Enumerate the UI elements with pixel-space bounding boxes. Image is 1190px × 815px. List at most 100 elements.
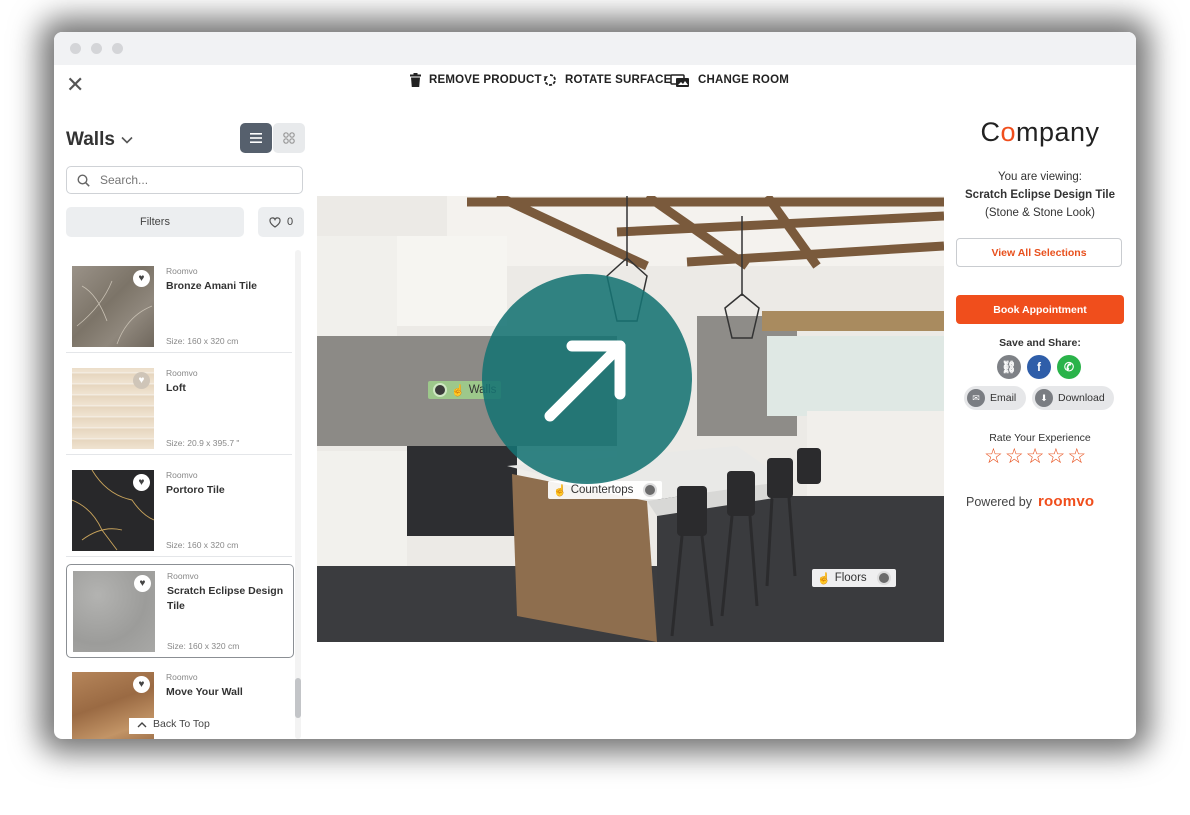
rotate-surface-button[interactable]: ROTATE SURFACE [543,72,672,88]
share-label: Save and Share: [999,337,1081,349]
rate-label: Rate Your Experience [989,432,1091,444]
hand-pointer-icon: ☝ [451,384,465,397]
powered-by-label: Powered by [966,494,1033,509]
countertops-hotspot[interactable]: ☝ Countertops [548,481,663,499]
window-dot-minimize[interactable] [91,43,102,54]
product-list: ♥ Roomvo Bronze Amani Tile Size: 160 x 3… [66,250,294,739]
room-icon [670,73,689,87]
download-button[interactable]: ⬇ Download [1032,386,1114,410]
remove-product-label: REMOVE PRODUCT [429,74,542,86]
floors-hotspot[interactable]: ☝ Floors [812,569,896,587]
company-logo: Company [954,117,1126,148]
book-appointment-button[interactable]: Book Appointment [956,295,1124,324]
product-card-selected[interactable]: ♥ Roomvo Scratch Eclipse Design Tile Siz… [66,564,294,658]
star-icon[interactable]: ☆ [984,444,1003,469]
product-card[interactable]: ♥ Roomvo Loft Size: 20.9 x 395.7 " [66,362,292,455]
scrollbar-thumb[interactable] [295,678,301,718]
grid-view-button[interactable] [273,123,305,153]
company-name: Company [980,117,1100,147]
arrow-up-right-icon [544,340,626,422]
favorites-count: 0 [286,216,294,228]
link-icon[interactable]: ⛓ [997,355,1021,379]
roomvo-logo[interactable]: roomvo [1038,493,1094,510]
star-icon[interactable]: ☆ [1046,444,1065,469]
download-icon: ⬇ [1035,389,1053,407]
selected-product-name: Scratch Eclipse Design Tile [965,189,1115,201]
favorite-heart-icon[interactable]: ♥ [133,474,150,491]
search-input[interactable] [98,172,292,188]
change-room-label: CHANGE ROOM [698,74,790,86]
download-label: Download [1058,392,1105,404]
product-brand: Roomvo [166,266,198,276]
filters-button[interactable]: Filters [66,207,244,237]
star-icon[interactable]: ☆ [1026,444,1045,469]
favorite-heart-icon[interactable]: ♥ [133,270,150,287]
viewing-label: You are viewing: [998,171,1082,183]
email-button[interactable]: ✉ Email [964,386,1026,410]
heart-icon [269,216,281,228]
product-card[interactable]: ♥ Roomvo Portoro Tile Size: 160 x 320 cm [66,464,292,557]
facebook-icon[interactable]: f [1027,355,1051,379]
product-brand: Roomvo [166,368,198,378]
list-scrollbar[interactable] [295,250,301,739]
rotate-surface-label: ROTATE SURFACE [565,74,672,86]
hand-pointer-icon: ☝ [553,484,567,497]
countertops-hotspot-label: Countertops [570,484,634,496]
window-dot-maximize[interactable] [112,43,123,54]
product-brand: Roomvo [167,571,199,581]
selected-product-category: (Stone & Stone Look) [985,207,1095,219]
expand-overlay-button[interactable] [482,274,692,484]
hotspot-dot-icon [643,483,658,497]
app-window: ✕ REMOVE PRODUCT ROTATE SURFACE CHANGE R… [54,32,1136,739]
book-appointment-label: Book Appointment [993,303,1087,316]
viewing-info: You are viewing: Scratch Eclipse Design … [954,168,1126,222]
grid-icon [283,132,295,144]
list-icon [250,133,262,143]
surface-title: Walls [66,129,115,150]
rotate-icon [543,74,556,86]
floors-hotspot-label: Floors [834,572,867,584]
view-all-selections-button[interactable]: View All Selections [956,238,1122,267]
product-size: Size: 160 x 320 cm [167,641,240,651]
back-to-top-button[interactable]: Back To Top [129,718,218,734]
whatsapp-icon[interactable]: ✆ [1057,355,1081,379]
favorite-heart-icon[interactable]: ♥ [133,372,150,389]
search-field[interactable] [66,166,303,194]
search-icon [77,173,90,187]
email-icon: ✉ [967,389,985,407]
view-all-label: View All Selections [991,246,1087,259]
title-bar [54,32,1136,65]
product-name: Scratch Eclipse Design Tile [167,585,284,612]
product-thumbnail: ♥ [72,266,154,347]
product-name: Portoro Tile [166,484,225,496]
hotspot-dot-icon [433,383,447,397]
product-size: Size: 20.9 x 395.7 " [166,438,240,448]
product-thumbnail: ♥ [71,469,155,551]
product-sidebar: Walls Filters [54,123,306,739]
product-thumbnail: ♥ [72,368,154,449]
product-brand: Roomvo [166,672,198,682]
favorite-heart-icon[interactable]: ♥ [134,575,151,592]
hotspot-dot-icon [876,571,891,585]
product-details-panel: Company You are viewing: Scratch Eclipse… [954,117,1128,729]
hand-pointer-icon: ☝ [817,572,831,585]
chevron-down-icon [121,136,133,144]
favorites-button[interactable]: 0 [258,207,304,237]
star-icon[interactable]: ☆ [1005,444,1024,469]
change-room-button[interactable]: CHANGE ROOM [670,72,789,88]
product-name: Loft [166,382,186,394]
favorite-heart-icon[interactable]: ♥ [133,676,150,693]
email-label: Email [990,392,1017,404]
surface-selector[interactable]: Walls [66,129,133,151]
list-view-button[interactable] [240,123,272,153]
product-name: Bronze Amani Tile [166,280,258,292]
star-icon[interactable]: ☆ [1067,444,1086,469]
back-to-top-label: Back To Top [153,718,210,730]
remove-product-button[interactable]: REMOVE PRODUCT [410,72,542,88]
close-icon[interactable]: ✕ [66,74,84,96]
product-brand: Roomvo [166,470,198,480]
rating-stars[interactable]: ☆ ☆ ☆ ☆ ☆ [984,444,1086,469]
window-dot-close[interactable] [70,43,81,54]
product-card[interactable]: ♥ Roomvo Bronze Amani Tile Size: 160 x 3… [66,260,292,353]
product-size: Size: 160 x 320 cm [166,540,239,550]
